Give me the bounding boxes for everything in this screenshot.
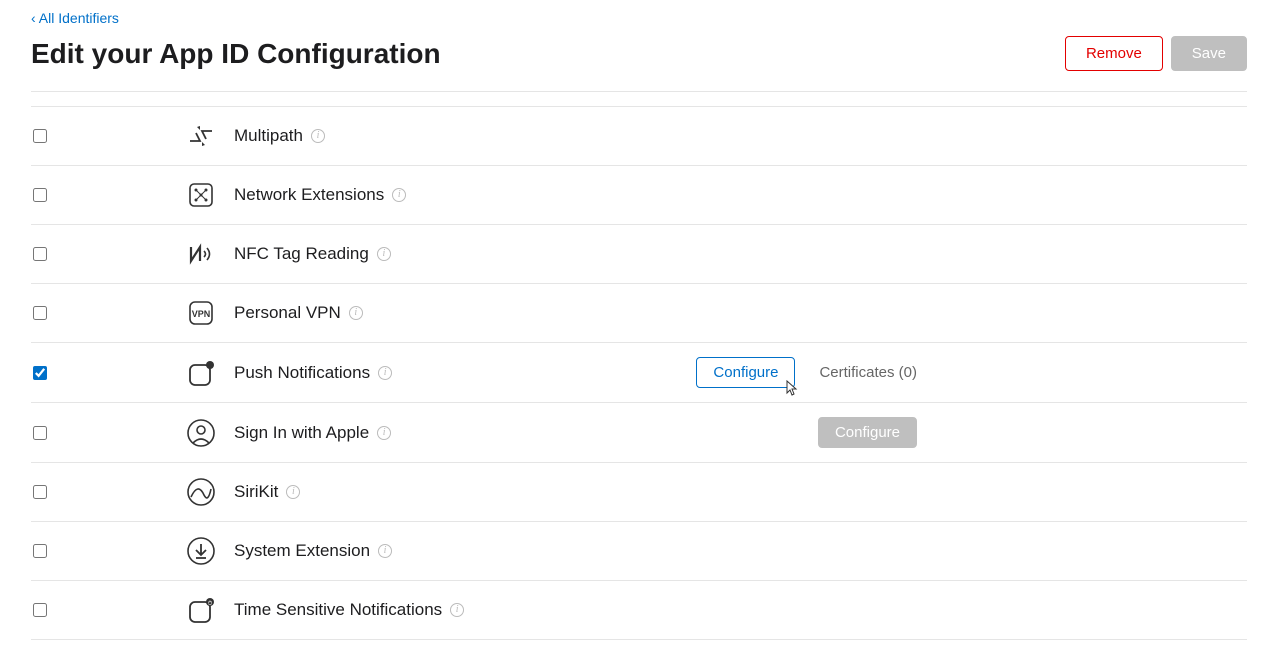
checkbox-push[interactable] [33, 366, 47, 380]
header: Edit your App ID Configuration Remove Sa… [31, 36, 1247, 71]
cursor-icon [784, 380, 800, 398]
capability-label: Sign In with Apple [234, 423, 369, 443]
page-container: ‹ All Identifiers Edit your App ID Confi… [0, 0, 1278, 640]
remove-button[interactable]: Remove [1065, 36, 1163, 71]
capability-row-sirikit: SiriKit i [31, 463, 1247, 522]
capability-row-mdm: MDM Managed Associated Domains i [31, 92, 1247, 107]
siwa-icon [186, 418, 234, 448]
capabilities-list: MDM Managed Associated Domains i Multipa… [31, 91, 1247, 640]
header-actions: Remove Save [1065, 36, 1247, 71]
svg-text:VPN: VPN [192, 309, 211, 319]
time-sensitive-icon: ⏱ [186, 595, 234, 625]
info-icon[interactable]: i [378, 366, 392, 380]
svg-text:⏱: ⏱ [208, 600, 213, 607]
system-extension-icon [186, 536, 234, 566]
certificates-label: Certificates (0) [819, 364, 917, 381]
configure-button-push[interactable]: Configure [696, 357, 795, 388]
configure-button-siwa: Configure [818, 417, 917, 448]
capability-row-multipath: Multipath i [31, 107, 1247, 166]
capability-label: Push Notifications [234, 363, 370, 383]
checkbox-nfc[interactable] [33, 247, 47, 261]
network-extensions-icon [186, 180, 234, 210]
info-icon[interactable]: i [378, 544, 392, 558]
checkbox-personal-vpn[interactable] [33, 306, 47, 320]
checkbox-time-sensitive[interactable] [33, 603, 47, 617]
capability-label: System Extension [234, 541, 370, 561]
capability-label: NFC Tag Reading [234, 244, 369, 264]
checkbox-network-extensions[interactable] [33, 188, 47, 202]
capability-row-system-extension: System Extension i [31, 522, 1247, 581]
back-link[interactable]: ‹ All Identifiers [31, 10, 119, 26]
checkbox-multipath[interactable] [33, 129, 47, 143]
save-button: Save [1171, 36, 1247, 71]
capability-row-push: Push Notifications i Configure Certifica… [31, 343, 1247, 403]
capability-label: Multipath [234, 126, 303, 146]
vpn-icon: VPN [186, 298, 234, 328]
nfc-icon [186, 239, 234, 269]
info-icon[interactable]: i [392, 188, 406, 202]
info-icon[interactable]: i [377, 247, 391, 261]
capability-label: Network Extensions [234, 185, 384, 205]
push-icon [186, 358, 234, 388]
checkbox-siwa[interactable] [33, 426, 47, 440]
info-icon[interactable]: i [349, 306, 363, 320]
capability-row-nfc: NFC Tag Reading i [31, 225, 1247, 284]
info-icon[interactable]: i [377, 426, 391, 440]
capability-row-siwa: Sign In with Apple i Configure [31, 403, 1247, 463]
sirikit-icon [186, 477, 234, 507]
capability-row-network-extensions: Network Extensions i [31, 166, 1247, 225]
checkbox-sirikit[interactable] [33, 485, 47, 499]
capability-label: Personal VPN [234, 303, 341, 323]
checkbox-system-extension[interactable] [33, 544, 47, 558]
capability-row-personal-vpn: VPN Personal VPN i [31, 284, 1247, 343]
multipath-icon [186, 121, 234, 151]
capability-label: SiriKit [234, 482, 278, 502]
capability-row-time-sensitive: ⏱ Time Sensitive Notifications i [31, 581, 1247, 640]
info-icon[interactable]: i [311, 129, 325, 143]
capability-label: Time Sensitive Notifications [234, 600, 442, 620]
info-icon[interactable]: i [450, 603, 464, 617]
info-icon[interactable]: i [286, 485, 300, 499]
page-title: Edit your App ID Configuration [31, 38, 441, 70]
